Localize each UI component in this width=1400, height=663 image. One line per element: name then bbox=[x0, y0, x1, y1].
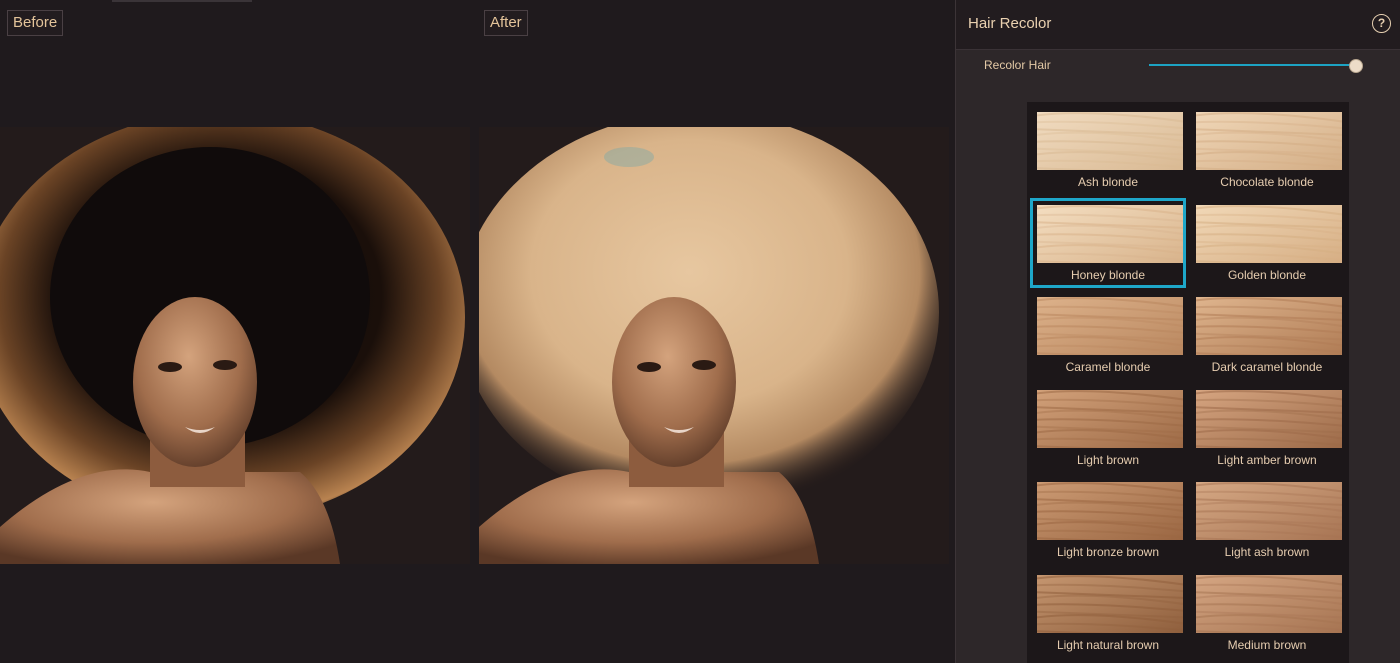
swatch-caramel-blonde[interactable]: Caramel blonde bbox=[1030, 290, 1186, 380]
swatch-label: Caramel blonde bbox=[1065, 360, 1151, 374]
hair-texture-image bbox=[1196, 297, 1342, 355]
swatch-ash-blonde[interactable]: Ash blonde bbox=[1030, 105, 1186, 195]
swatch-light-amber-brown[interactable]: Light amber brown bbox=[1189, 383, 1345, 473]
hair-texture-image bbox=[1037, 204, 1183, 263]
swatch-honey-blonde[interactable]: Honey blonde bbox=[1030, 197, 1186, 288]
swatch-medium-brown[interactable]: Medium brown bbox=[1189, 568, 1345, 658]
hair-color-grid: Ash blonde Chocolate blonde Honey blonde bbox=[1027, 102, 1349, 663]
swatch-light-natural-brown[interactable]: Light natural brown bbox=[1030, 568, 1186, 658]
swatch-label: Light amber brown bbox=[1217, 452, 1317, 467]
swatch-dark-caramel-blonde[interactable]: Dark caramel blonde bbox=[1189, 290, 1345, 380]
swatch-label: Light natural brown bbox=[1056, 637, 1160, 652]
after-label: After bbox=[484, 10, 528, 36]
swatch-light-ash-brown[interactable]: Light ash brown bbox=[1189, 475, 1345, 565]
recolor-hair-slider[interactable] bbox=[1149, 64, 1355, 66]
panel-title: Hair Recolor bbox=[968, 15, 1052, 32]
swatch-label: Light ash brown bbox=[1224, 545, 1310, 559]
hair-texture-image bbox=[1037, 112, 1183, 170]
swatch-label: Medium brown bbox=[1227, 637, 1307, 652]
swatch-golden-blonde[interactable]: Golden blonde bbox=[1189, 198, 1345, 288]
before-label: Before bbox=[7, 10, 64, 36]
hair-texture-image bbox=[1196, 204, 1342, 263]
swatch-label: Chocolate blonde bbox=[1220, 175, 1314, 189]
hair-texture-image bbox=[1037, 297, 1183, 355]
hair-texture-image bbox=[1037, 574, 1183, 633]
swatch-label: Ash blonde bbox=[1077, 175, 1139, 189]
hair-texture-image bbox=[1196, 389, 1342, 448]
hair-texture-image bbox=[1037, 389, 1183, 448]
swatch-label: Honey blonde bbox=[1070, 267, 1146, 282]
after-photo bbox=[479, 127, 949, 564]
panel-header: Hair Recolor ? bbox=[956, 0, 1400, 50]
swatch-light-bronze-brown[interactable]: Light bronze brown bbox=[1030, 475, 1186, 565]
hair-texture-image bbox=[1196, 574, 1342, 633]
hair-texture-image bbox=[1196, 482, 1342, 540]
swatch-label: Golden blonde bbox=[1227, 267, 1307, 282]
hair-texture-image bbox=[1196, 112, 1342, 170]
canvas-workspace: Before After bbox=[0, 0, 955, 663]
hair-texture-image bbox=[1037, 482, 1183, 540]
swatch-label: Light brown bbox=[1076, 452, 1140, 467]
swatch-light-brown[interactable]: Light brown bbox=[1030, 383, 1186, 473]
recolor-hair-label: Recolor Hair bbox=[984, 58, 1051, 72]
slider-handle[interactable] bbox=[1349, 59, 1363, 73]
scroll-indicator bbox=[112, 0, 252, 2]
help-icon[interactable]: ? bbox=[1372, 14, 1391, 33]
swatch-chocolate-blonde[interactable]: Chocolate blonde bbox=[1189, 105, 1345, 195]
before-photo bbox=[0, 127, 470, 564]
swatch-label: Dark caramel blonde bbox=[1211, 360, 1323, 374]
swatch-label: Light bronze brown bbox=[1056, 545, 1160, 559]
hair-recolor-panel: Hair Recolor ? Recolor Hair Ash blonde C… bbox=[955, 0, 1400, 663]
